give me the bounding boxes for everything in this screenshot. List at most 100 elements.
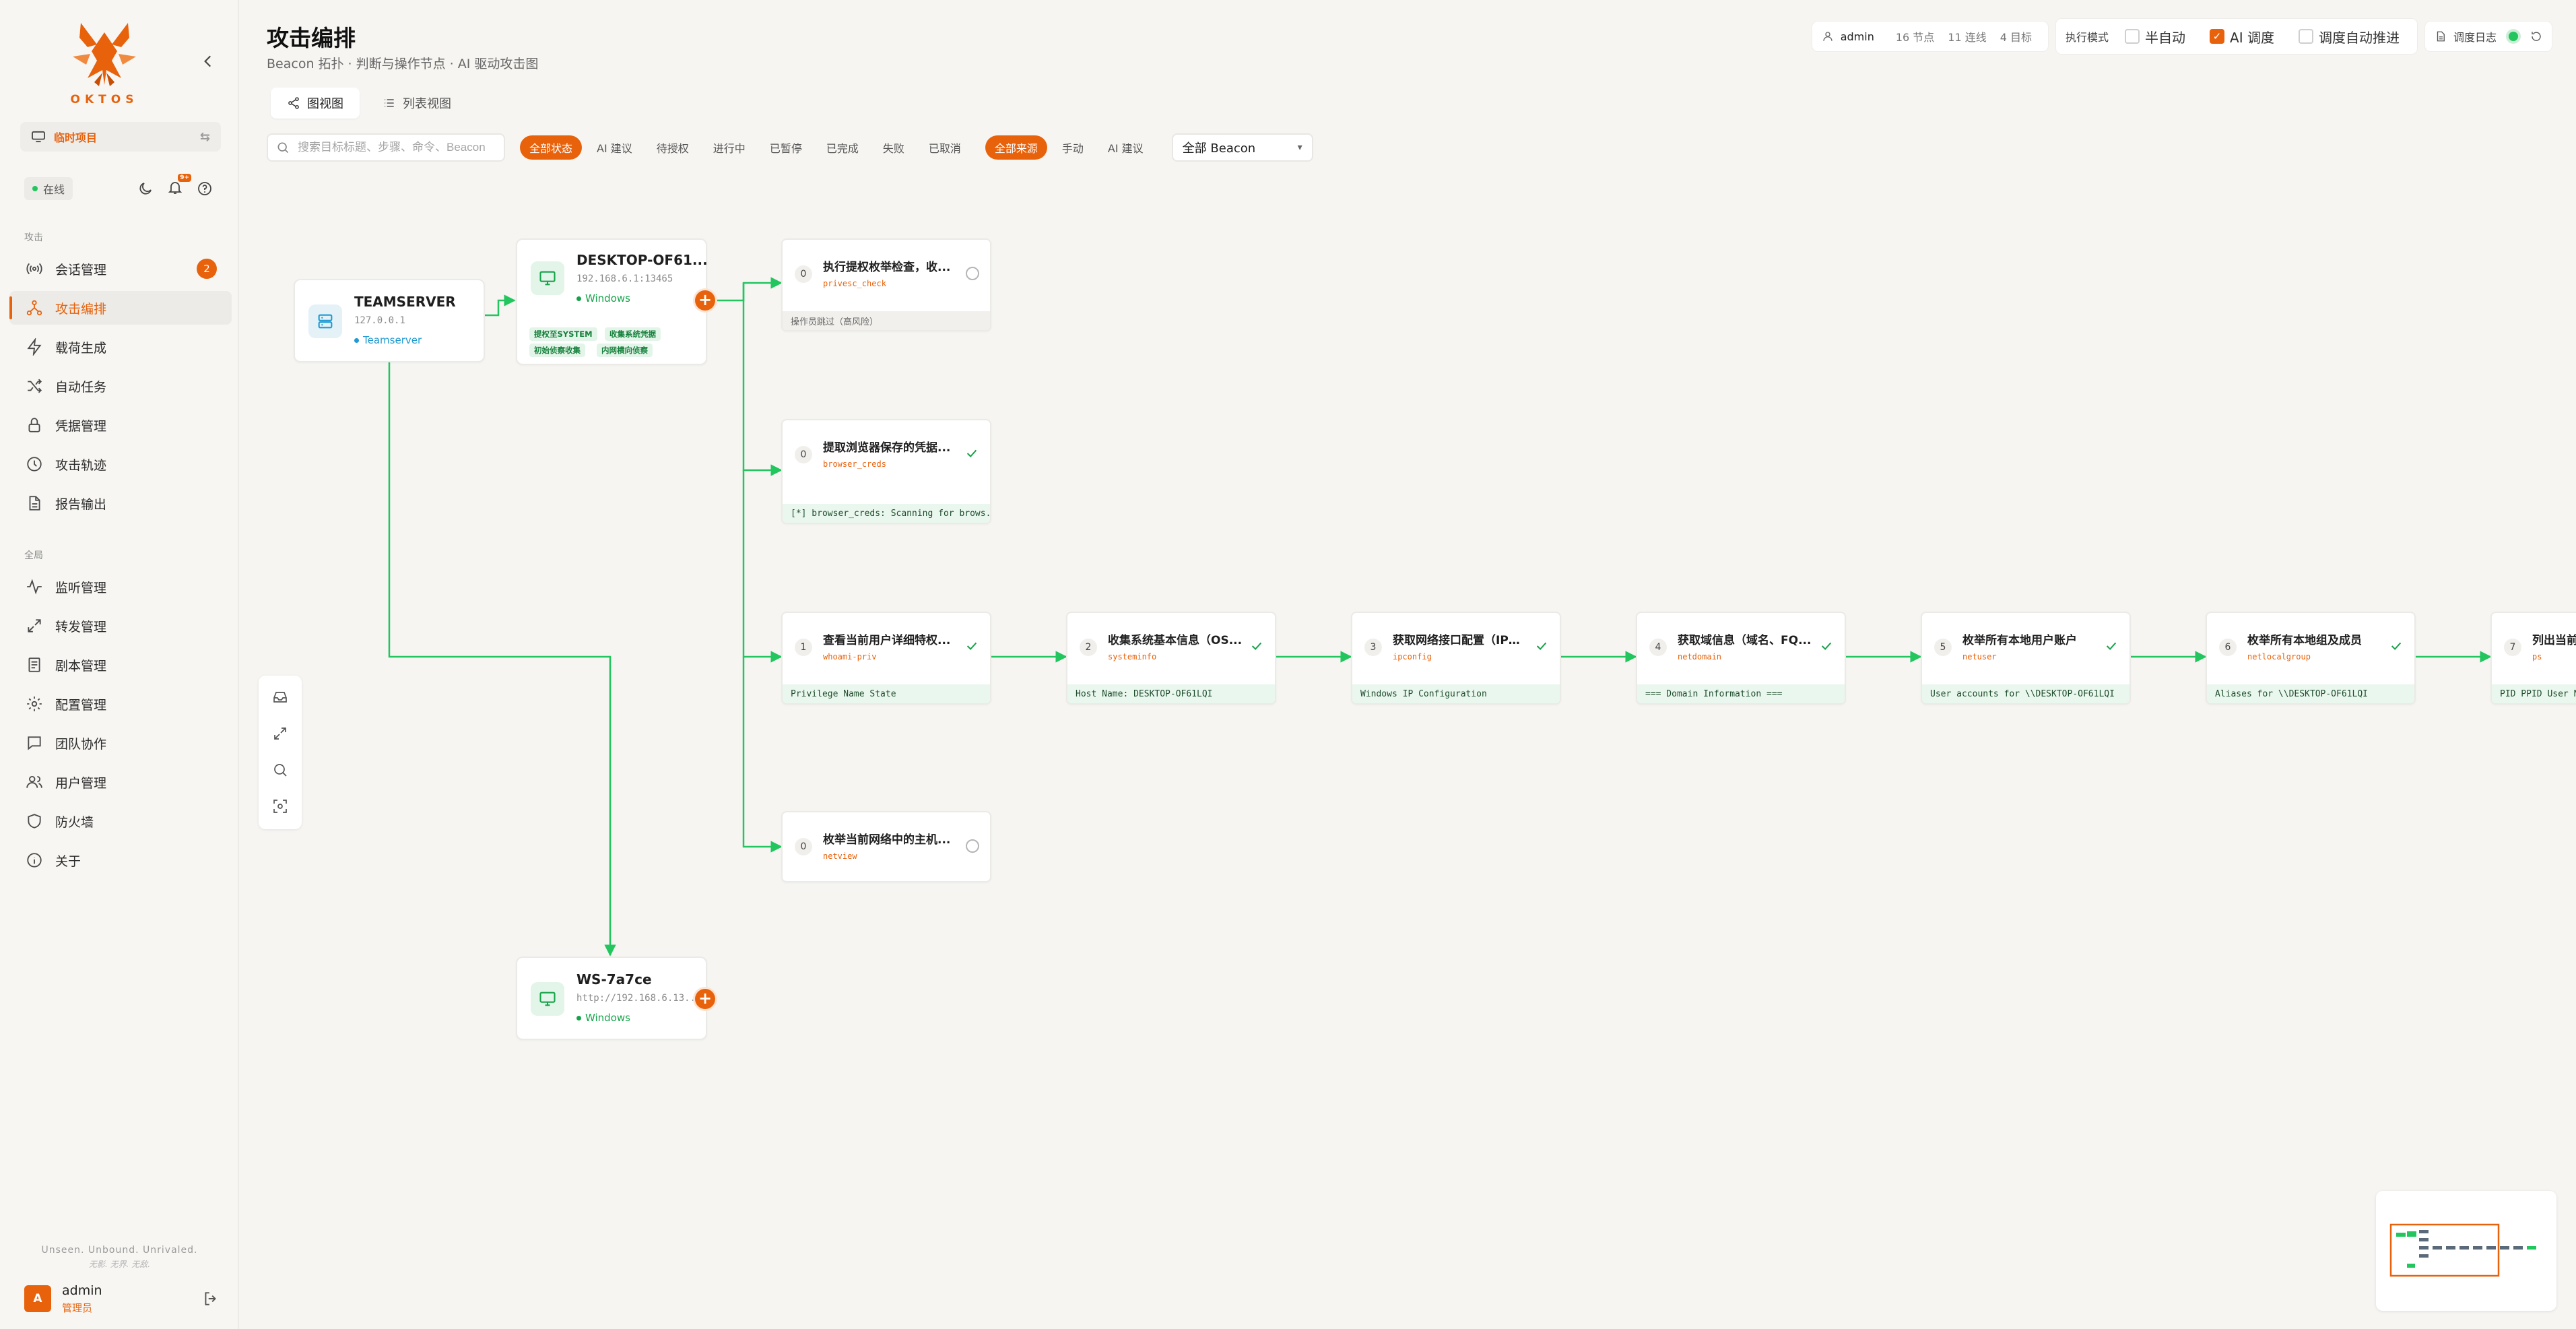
nav-item-payload[interactable]: 载荷生成 — [9, 330, 232, 364]
zoom-search-icon[interactable] — [272, 762, 288, 778]
task-title: 列出当前进程 — [2532, 634, 2576, 647]
nav-item-config[interactable]: 配置管理 — [9, 687, 232, 721]
chip-status-cancelled[interactable]: 已取消 — [919, 135, 970, 160]
chip-status-pending-auth[interactable]: 待授权 — [647, 135, 698, 160]
task-node-browser-creds[interactable]: 0 提取浏览器保存的凭据... browser_creds [*] browse… — [781, 419, 991, 524]
task-output: Windows IP Configuration — [1352, 684, 1560, 703]
check-icon — [2106, 642, 2117, 651]
task-command: netview — [823, 851, 857, 861]
mode-semi-auto[interactable]: 半自动 — [2117, 27, 2193, 46]
beacon-node-desktop[interactable]: DESKTOP-OF61... 192.168.6.1:13465 Window… — [516, 238, 708, 365]
nav-item-about[interactable]: 关于 — [9, 843, 232, 877]
task-node-step-3[interactable]: 3 获取网络接口配置（IP、... ipconfig Windows IP Co… — [1351, 612, 1561, 705]
checkbox-unchecked-icon[interactable] — [2298, 29, 2313, 44]
mode-option-label: 半自动 — [2145, 29, 2186, 46]
task-node-netview[interactable]: 0 枚举当前网络中的主机... netview — [781, 811, 991, 882]
theme-moon-icon[interactable] — [137, 181, 154, 197]
chip-status-ai-suggest[interactable]: AI 建议 — [587, 135, 642, 160]
chip-status-running[interactable]: 进行中 — [704, 135, 755, 160]
focus-frame-icon[interactable] — [272, 798, 288, 814]
nav-item-credentials[interactable]: 凭据管理 — [9, 408, 232, 442]
task-node-step-7[interactable]: 7 列出当前进程 ps PID PPID User Name — [2490, 612, 2576, 705]
checkbox-checked-icon[interactable]: ✓ — [2210, 29, 2225, 44]
mode-ai-schedule[interactable]: ✓ AI 调度 — [2202, 27, 2282, 46]
sidebar: OKTOS 临时项目 ⇆ 在线 9+ 攻击 会话管理 2 攻击编排 载荷生成 自… — [0, 0, 239, 1329]
minimap[interactable] — [2376, 1191, 2556, 1311]
nav-label: 关于 — [55, 853, 81, 869]
notifications-button[interactable]: 9+ — [167, 174, 191, 198]
logout-icon[interactable] — [202, 1290, 220, 1307]
pending-circle-icon — [966, 839, 979, 853]
slogan-sub: 无影. 无界. 无敌. — [88, 1260, 151, 1269]
nav-item-team[interactable]: 团队协作 — [9, 726, 232, 760]
nav-item-users[interactable]: 用户管理 — [9, 765, 232, 799]
task-command: ps — [2532, 652, 2542, 661]
user-name: admin — [62, 1283, 102, 1298]
teamserver-node[interactable]: TEAMSERVER 127.0.0.1 Teamserver — [294, 279, 485, 362]
chip-source-manual[interactable]: 手动 — [1053, 135, 1093, 160]
tab-list-view[interactable]: 列表视图 — [366, 88, 467, 119]
nav-item-playbooks[interactable]: 剧本管理 — [9, 648, 232, 682]
tab-graph-view[interactable]: 图视图 — [271, 88, 360, 119]
beacon-tag: 收集系统凭据 — [605, 327, 661, 341]
chip-source-ai[interactable]: AI 建议 — [1098, 135, 1153, 160]
minimap-preview — [2389, 1223, 2536, 1277]
chip-status-all[interactable]: 全部状态 — [520, 135, 583, 160]
chip-status-failed[interactable]: 失败 — [873, 135, 914, 160]
monitor-icon — [32, 131, 45, 143]
nav-item-attack-orchestration[interactable]: 攻击编排 — [9, 291, 232, 325]
shield-icon — [28, 814, 41, 829]
nav-item-attack-trail[interactable]: 攻击轨迹 — [9, 447, 232, 481]
task-output: === Domain Information === — [1637, 684, 1845, 703]
task-command: ipconfig — [1393, 652, 1432, 661]
nav-item-firewall[interactable]: 防火墙 — [9, 804, 232, 838]
task-command: privesc_check — [823, 279, 886, 288]
task-node-step-4[interactable]: 4 获取域信息（域名、FQ... netdomain === Domain In… — [1636, 612, 1846, 705]
chip-status-paused[interactable]: 已暂停 — [760, 135, 812, 160]
chip-status-completed[interactable]: 已完成 — [817, 135, 868, 160]
chip-source-all[interactable]: 全部来源 — [985, 135, 1047, 160]
task-node-step-1[interactable]: 1 查看当前用户详细特权... whoami-priv Privilege Na… — [781, 612, 991, 705]
fit-view-icon[interactable] — [272, 725, 288, 742]
task-step-number: 1 — [795, 639, 812, 656]
checkbox-unchecked-icon[interactable] — [2125, 29, 2140, 44]
add-task-button[interactable]: + — [695, 989, 715, 1009]
search-input[interactable] — [296, 140, 496, 155]
beacon-node-ws[interactable]: WS-7a7ce http://192.168.6.13... Windows — [516, 957, 707, 1040]
task-node-privesc[interactable]: 0 执行提权枚举检查，收... privesc_check 操作员跳过（高风险） — [781, 238, 991, 331]
nav-group-global: 全局 — [24, 550, 43, 561]
edge-desktop-branch-3 — [742, 657, 783, 853]
help-icon[interactable] — [197, 181, 213, 197]
task-node-step-2[interactable]: 2 收集系统基本信息（OS... systeminfo Host Name: D… — [1066, 612, 1276, 705]
nav-label: 团队协作 — [55, 736, 107, 752]
auto-advance-toggle[interactable]: 调度自动推进 — [2290, 27, 2408, 46]
schedule-log-button[interactable]: 调度日志 — [2424, 22, 2552, 51]
nav-item-auto-tasks[interactable]: 自动任务 — [9, 369, 232, 403]
inbox-icon[interactable] — [272, 689, 288, 705]
online-status: 在线 — [24, 177, 73, 200]
task-node-step-5[interactable]: 5 枚举所有本地用户账户 netuser User accounts for \… — [1921, 612, 2131, 705]
task-title: 枚举所有本地组及成员 — [2247, 634, 2362, 647]
project-selector[interactable]: 临时项目 ⇆ — [20, 122, 221, 152]
task-output: Privilege Name State — [783, 684, 990, 703]
task-node-step-6[interactable]: 6 枚举所有本地组及成员 netlocalgroup Aliases for \… — [2206, 612, 2416, 705]
collapse-sidebar-icon[interactable] — [199, 53, 217, 70]
task-output: User accounts for \\DESKTOP-OF61LQI — [1922, 684, 2129, 703]
page-title: 攻击编排 — [267, 25, 356, 51]
task-title: 查看当前用户详细特权... — [823, 634, 951, 647]
nav-item-forwarding[interactable]: 转发管理 — [9, 609, 232, 643]
refresh-icon[interactable] — [2530, 30, 2542, 42]
add-task-button[interactable]: + — [695, 290, 715, 311]
nav-item-reports[interactable]: 报告输出 — [9, 486, 232, 520]
signal-icon — [26, 263, 42, 275]
info-icon — [27, 853, 42, 868]
search-field[interactable] — [267, 133, 505, 162]
monitor-icon — [531, 982, 564, 1016]
swap-icon[interactable]: ⇆ — [200, 130, 210, 144]
nav-item-listeners[interactable]: 监听管理 — [9, 570, 232, 604]
beacon-select[interactable]: 全部 Beacon ▾ — [1171, 133, 1313, 162]
live-status-dot-icon — [2509, 32, 2518, 41]
nav-item-sessions[interactable]: 会话管理 2 — [9, 252, 232, 286]
filter-bar: 全部状态 AI 建议 待授权 进行中 已暂停 已完成 失败 已取消 全部来源 手… — [267, 132, 1313, 163]
teamserver-ip: 127.0.0.1 — [354, 315, 405, 326]
